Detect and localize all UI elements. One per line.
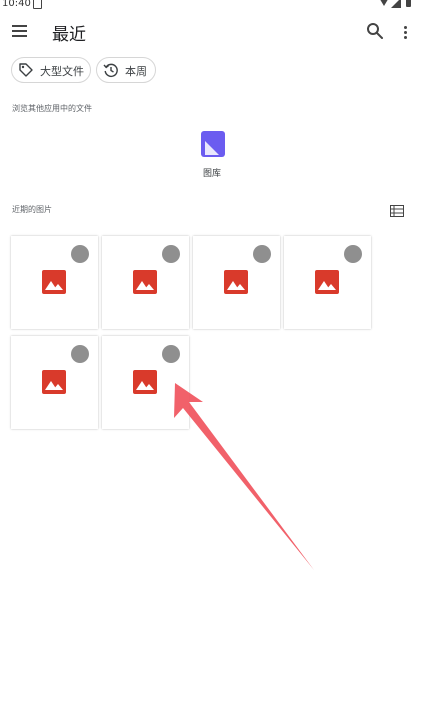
gallery-app-label: 图库: [203, 169, 222, 179]
chip-large-files[interactable]: 大型文件: [11, 57, 91, 83]
sources-heading: 浏览其他应用中的文件: [12, 104, 92, 113]
status-time: 10:40: [2, 0, 31, 9]
recent-image-tile[interactable]: [11, 236, 98, 329]
select-circle-icon[interactable]: [253, 245, 271, 263]
search-icon[interactable]: [366, 22, 384, 40]
recent-image-tile[interactable]: [11, 336, 98, 429]
list-view-icon[interactable]: [390, 202, 404, 217]
tag-icon: [19, 63, 33, 77]
image-file-icon: [224, 270, 248, 294]
image-file-icon: [315, 270, 339, 294]
wifi-icon: [378, 0, 390, 6]
recent-image-tile[interactable]: [102, 236, 189, 329]
sim-card-icon: [33, 0, 42, 9]
select-circle-icon[interactable]: [71, 245, 89, 263]
status-bar: 10:40: [0, 0, 424, 12]
page-title: 最近: [52, 25, 86, 45]
chip-this-week[interactable]: 本周: [96, 57, 156, 83]
signal-icon: [391, 0, 401, 8]
image-file-icon: [133, 370, 157, 394]
select-circle-icon[interactable]: [344, 245, 362, 263]
recent-image-tile[interactable]: [284, 236, 371, 329]
battery-icon: [406, 0, 411, 7]
image-file-icon: [42, 270, 66, 294]
recent-image-tile[interactable]: [193, 236, 280, 329]
gallery-app-root[interactable]: 图库: [198, 128, 228, 180]
select-circle-icon[interactable]: [162, 245, 180, 263]
gallery-app-icon: [201, 131, 225, 157]
recent-image-tile[interactable]: [102, 336, 189, 429]
more-vert-icon[interactable]: [400, 24, 410, 42]
menu-icon[interactable]: [12, 25, 28, 39]
image-file-icon: [133, 270, 157, 294]
app-bar: 最近: [0, 12, 424, 56]
image-file-icon: [42, 370, 66, 394]
chip-label: 本周: [125, 65, 147, 78]
recent-images-heading: 近期的图片: [12, 205, 52, 214]
chip-label: 大型文件: [40, 65, 84, 78]
select-circle-icon[interactable]: [162, 345, 180, 363]
select-circle-icon[interactable]: [71, 345, 89, 363]
history-icon: [103, 63, 118, 77]
